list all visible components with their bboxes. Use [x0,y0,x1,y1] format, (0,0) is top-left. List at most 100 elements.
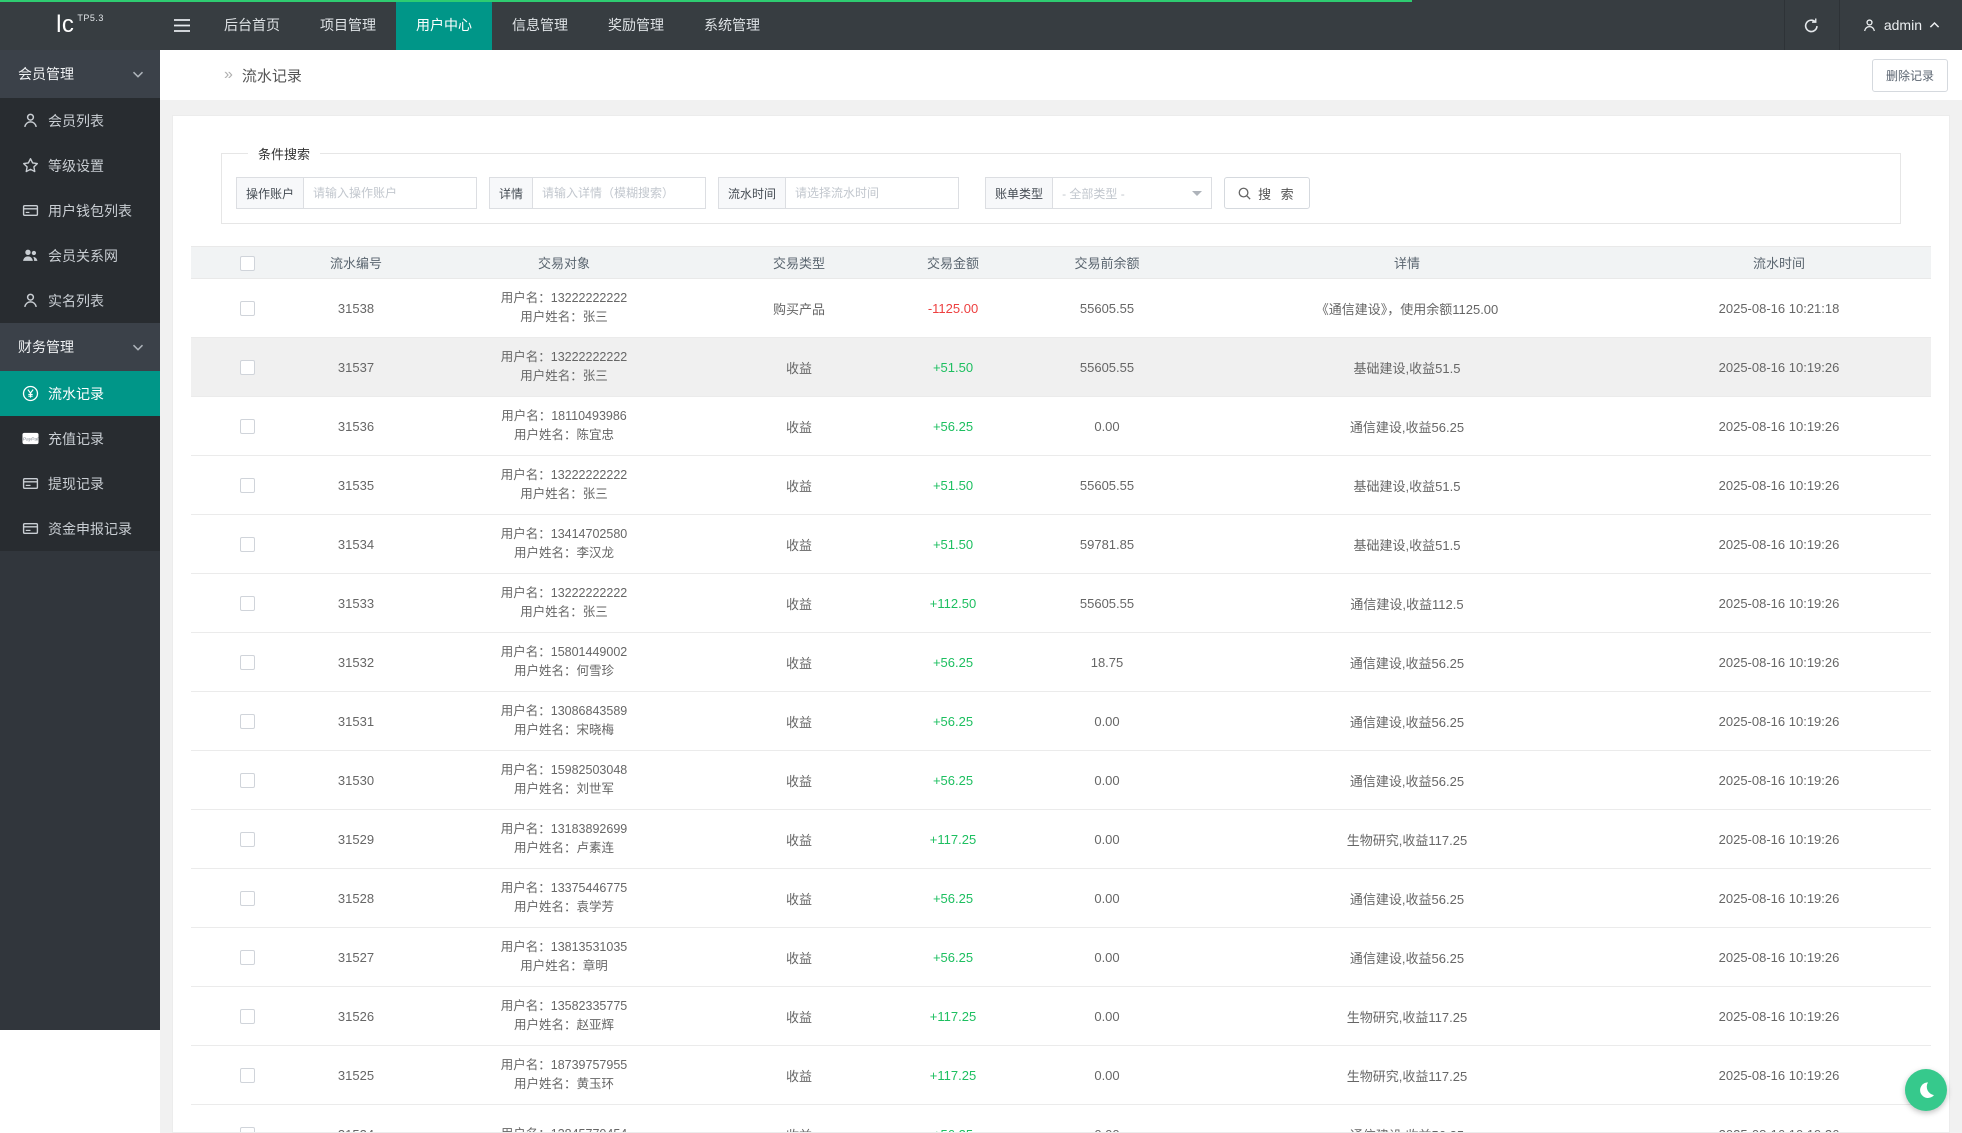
select-all-checkbox[interactable] [240,256,255,271]
delete-records-button[interactable]: 删除记录 [1872,59,1948,92]
row-checkbox[interactable] [240,419,255,434]
detail-cell: 通信建设,收益112.5 [1187,574,1627,633]
refresh-icon [1803,17,1820,34]
bill-type-select-value: - 全部类型 - [1062,185,1125,202]
row-checkbox[interactable] [240,1068,255,1083]
chevron-down-icon [132,343,144,352]
star-icon [22,157,39,174]
sidebar-group-1[interactable]: 会员管理 [0,50,160,98]
nav-item-6[interactable]: 系统管理 [684,0,780,50]
row-checkbox[interactable] [240,1127,255,1133]
flow-id-cell: 31535 [303,456,409,515]
sidebar-item[interactable]: 用户钱包列表 [0,188,160,233]
time-cell: 2025-08-16 10:19:26 [1627,869,1931,928]
row-checkbox[interactable] [240,360,255,375]
card-icon [22,475,39,492]
sidebar-item[interactable]: 流水记录 [0,371,160,416]
moon-icon [1916,1080,1936,1100]
trade-type-cell: 收益 [719,810,879,869]
table-row: 31534用户名：13414702580用户姓名：李汉龙收益+51.505978… [191,515,1931,574]
detail-cell: 生物研究,收益117.25 [1187,810,1627,869]
row-checkbox[interactable] [240,950,255,965]
sidebar-item[interactable]: 实名列表 [0,278,160,323]
search-field-group: 流水时间 [718,177,959,209]
row-checkbox[interactable] [240,301,255,316]
nav-item-2[interactable]: 项目管理 [300,0,396,50]
time-cell: 2025-08-16 10:19:26 [1627,515,1931,574]
records-table-wrap: 流水编号交易对象交易类型交易金额交易前余额详情流水时间 31538用户名：132… [191,246,1931,1133]
checkbox-cell [191,869,303,928]
select-all-header-cell [191,247,303,279]
user-icon [22,112,39,129]
sidebar-item[interactable]: 会员关系网 [0,233,160,278]
flow-id-cell: 31529 [303,810,409,869]
checkbox-cell [191,338,303,397]
trade-type-cell: 购买产品 [719,279,879,338]
trade-target-cell: 用户名：13183892699用户姓名：卢素连 [409,810,719,869]
search-field-group: 详情 [489,177,706,209]
yen-circle-icon [22,385,39,402]
trade-target-cell: 用户名：13813531035用户姓名：章明 [409,928,719,987]
row-checkbox[interactable] [240,1009,255,1024]
theme-fab-button[interactable] [1905,1069,1947,1111]
time-cell: 2025-08-16 10:19:26 [1627,810,1931,869]
refresh-button[interactable] [1784,0,1840,50]
column-header: 交易对象 [409,247,719,279]
search-input-2[interactable] [532,177,706,209]
amount-cell: +56.25 [879,397,1027,456]
sidebar-item-label: 提现记录 [48,474,104,494]
flow-id-cell: 31532 [303,633,409,692]
sidebar-group-2[interactable]: 财务管理 [0,323,160,371]
row-checkbox[interactable] [240,714,255,729]
checkbox-cell [191,928,303,987]
nav-item-5[interactable]: 奖励管理 [588,0,684,50]
flow-id-cell: 31538 [303,279,409,338]
sidebar-item[interactable]: 会员列表 [0,98,160,143]
row-checkbox[interactable] [240,891,255,906]
sidebar-item[interactable]: 等级设置 [0,143,160,188]
column-header: 交易类型 [719,247,879,279]
detail-cell: 《通信建设》，使用余额1125.00 [1187,279,1627,338]
row-checkbox[interactable] [240,596,255,611]
page-title: 流水记录 [242,65,302,86]
search-field-label: 流水时间 [718,177,785,209]
flow-id-cell: 31528 [303,869,409,928]
sidebar-item[interactable]: 资金申报记录 [0,506,160,551]
checkbox-cell [191,692,303,751]
row-checkbox[interactable] [240,537,255,552]
row-checkbox[interactable] [240,478,255,493]
amount-cell: +56.25 [879,928,1027,987]
balance-cell: 18.75 [1027,633,1187,692]
time-cell: 2025-08-16 10:19:26 [1627,692,1931,751]
trade-target-cell: 用户名：13086843589用户姓名：宋晓梅 [409,692,719,751]
sidebar-item[interactable]: PayPal充值记录 [0,416,160,461]
row-checkbox[interactable] [240,832,255,847]
detail-cell: 通信建设,收益56.25 [1187,397,1627,456]
time-cell: 2025-08-16 10:19:26 [1627,1105,1931,1133]
search-input-1[interactable] [303,177,477,209]
table-row: 31535用户名：13222222222用户姓名：张三收益+51.5055605… [191,456,1931,515]
column-header: 流水时间 [1627,247,1931,279]
hamburger-menu-icon[interactable] [160,0,204,50]
time-cell: 2025-08-16 10:19:26 [1627,987,1931,1046]
amount-cell: +51.50 [879,515,1027,574]
user-menu[interactable]: admin [1840,0,1962,50]
table-header-row: 流水编号交易对象交易类型交易金额交易前余额详情流水时间 [191,247,1931,279]
nav-item-3[interactable]: 用户中心 [396,0,492,50]
breadcrumb: » 流水记录 [224,65,302,86]
bill-type-select[interactable]: - 全部类型 - [1052,177,1212,209]
sidebar-item[interactable]: 提现记录 [0,461,160,506]
detail-cell: 通信建设,收益56.25 [1187,928,1627,987]
row-checkbox[interactable] [240,773,255,788]
row-checkbox[interactable] [240,655,255,670]
amount-cell: +117.25 [879,987,1027,1046]
search-button[interactable]: 搜 索 [1224,177,1310,209]
flow-id-cell: 31526 [303,987,409,1046]
topbar-right: admin [1784,0,1962,50]
nav-item-1[interactable]: 后台首页 [204,0,300,50]
wallet-icon [22,202,39,219]
nav-item-4[interactable]: 信息管理 [492,0,588,50]
search-input-3[interactable] [785,177,959,209]
breadcrumb-bar: » 流水记录 删除记录 [160,50,1962,100]
search-legend: 条件搜索 [248,144,320,163]
